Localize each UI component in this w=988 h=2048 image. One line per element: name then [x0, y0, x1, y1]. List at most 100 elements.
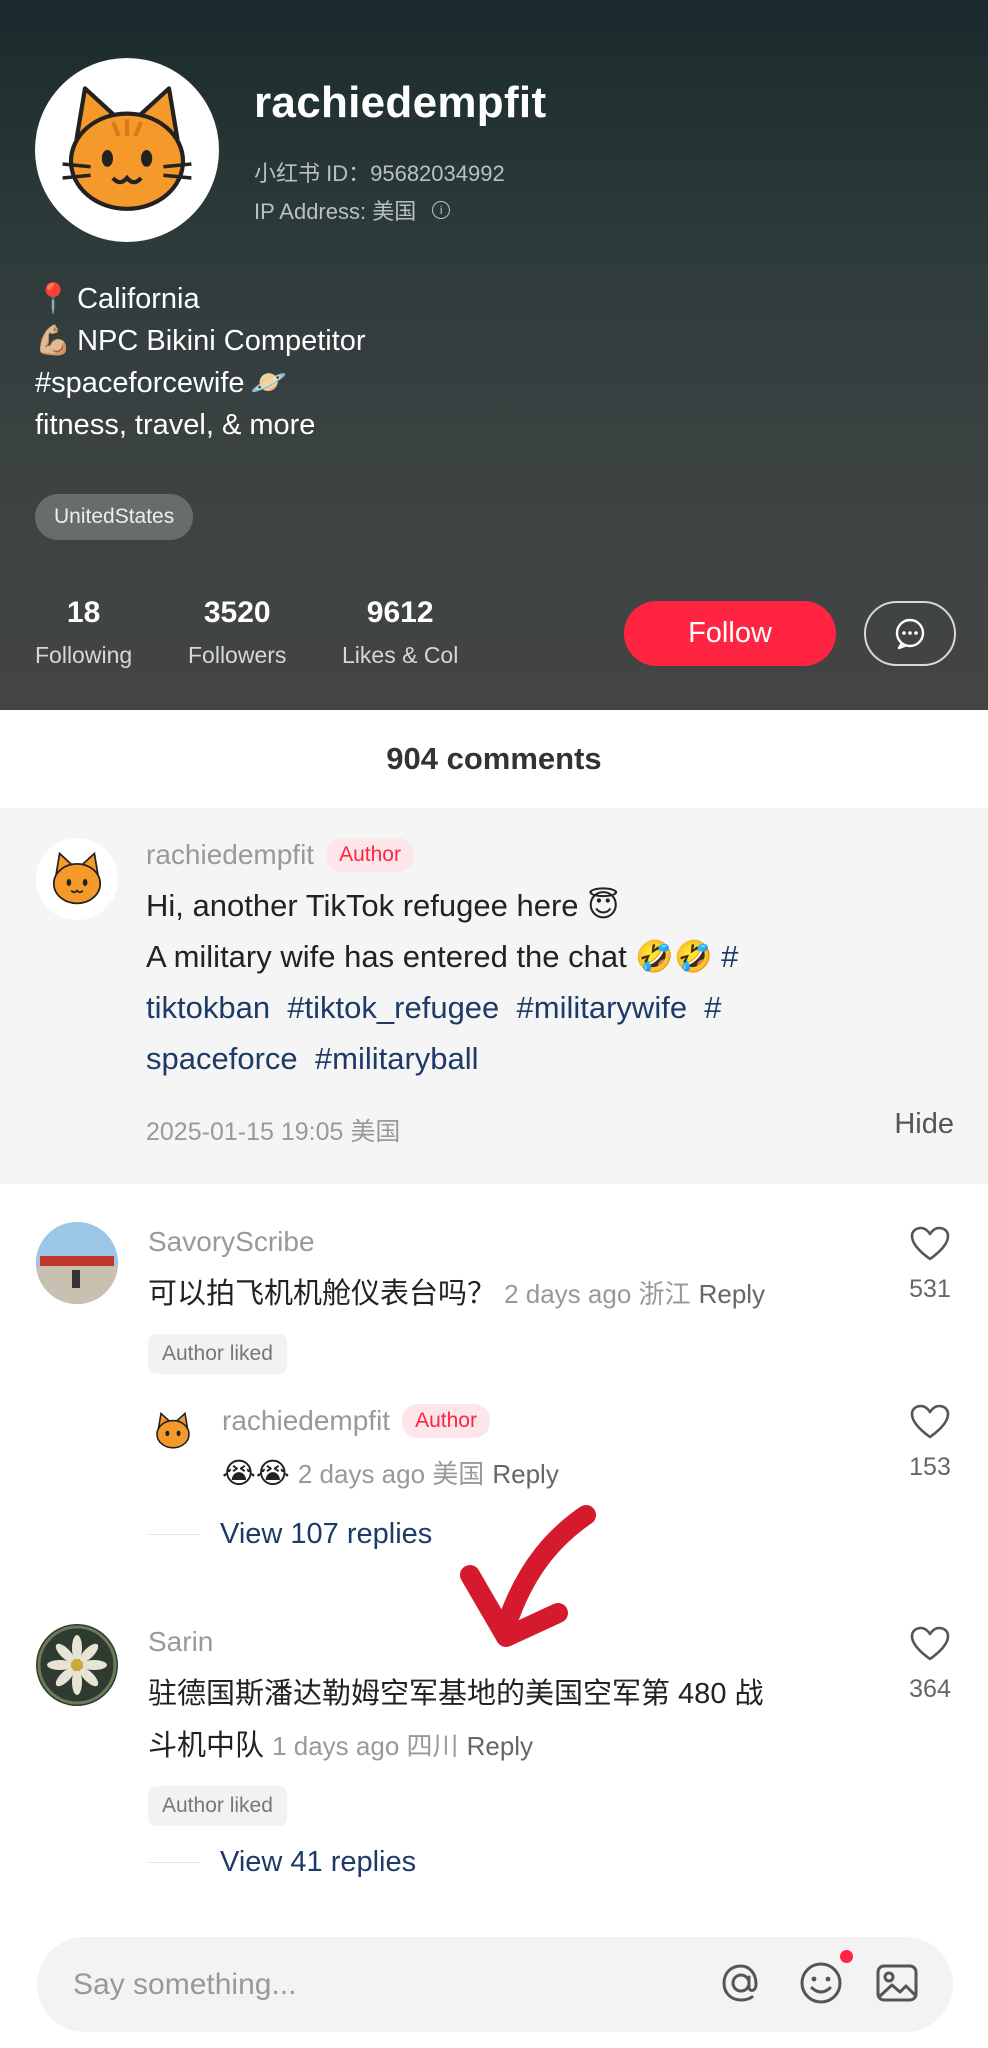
bio-line-hashtag: #spaceforcewife 🪐	[35, 362, 366, 404]
hashtag-link[interactable]: #militarywife	[517, 990, 688, 1025]
info-icon[interactable]: i	[432, 201, 451, 219]
view-replies-text: View 41 replies	[220, 1846, 417, 1878]
image-icon[interactable]	[872, 1958, 922, 2008]
cat-avatar-icon	[52, 851, 102, 905]
comment-input-placeholder: Say something...	[73, 1967, 297, 2001]
pinned-comment-text: Hi, another TikTok refugee here 😇 A mili…	[146, 880, 956, 1084]
hashtag-link[interactable]: tiktokban	[146, 990, 270, 1025]
like-button[interactable]: 153	[895, 1404, 965, 1482]
heart-icon	[910, 1626, 950, 1661]
bio-text: NPC Bikini Competitor	[77, 325, 366, 357]
like-count: 531	[909, 1275, 951, 1303]
notification-dot	[840, 1950, 853, 1963]
red-arrow-annotation	[460, 1505, 596, 1647]
hashtag-link[interactable]: #militaryball	[315, 1041, 479, 1076]
author-badge: Author	[402, 1404, 490, 1438]
like-count: 153	[909, 1453, 951, 1481]
reply-button[interactable]: Reply	[492, 1459, 558, 1489]
stat-label: Following	[35, 642, 133, 668]
comment-line: A military wife has entered the chat 🤣🤣 …	[146, 931, 956, 982]
stat-number: 3520	[203, 596, 271, 629]
comment-username[interactable]: rachiedempfit	[222, 1405, 390, 1437]
divider	[148, 1861, 200, 1864]
bio-line-location: 📍 California	[35, 278, 366, 320]
view-replies-link[interactable]: View 107 replies	[148, 1518, 432, 1551]
comment-meta: 1 days ago 四川	[272, 1731, 459, 1761]
like-count: 364	[909, 1675, 951, 1703]
heart-icon	[910, 1404, 950, 1439]
chat-bubble-icon	[895, 618, 925, 649]
profile-username: rachiedempfit	[254, 78, 547, 127]
comment-username[interactable]: rachiedempfit	[146, 839, 314, 871]
heart-icon	[910, 1226, 950, 1261]
pin-icon: 📍	[35, 283, 72, 315]
bio-text: California	[77, 283, 200, 315]
comment-content: 驻德国斯潘达勒姆空军基地的美国空军第 480 战	[148, 1678, 764, 1710]
comment-username[interactable]: SavoryScribe	[148, 1226, 315, 1258]
comment-line: spaceforce #militaryball	[146, 1033, 956, 1084]
reply-text: 😭😭 2 days ago 美国 Reply	[222, 1448, 559, 1500]
comment-text: 可以拍飞机机舱仪表台吗？ 2 days ago 浙江 Reply	[148, 1268, 765, 1320]
comment-text: 驻德国斯潘达勒姆空军基地的美国空军第 480 战 斗机中队 1 days ago…	[148, 1668, 868, 1772]
stat-number: 18	[66, 596, 101, 629]
mention-icon[interactable]	[716, 1958, 766, 2008]
profile-ip: IP Address: 美国 i	[254, 194, 451, 226]
hashtag-link[interactable]: #tiktok_refugee	[287, 990, 499, 1025]
message-button[interactable]	[864, 601, 956, 666]
avatar[interactable]	[36, 838, 118, 920]
comment-author-row: SavoryScribe	[148, 1226, 315, 1258]
flexed-bicep-icon: 💪🏼	[35, 325, 72, 357]
photo-avatar-icon	[36, 1222, 118, 1304]
comment-author-row: rachiedempfit Author	[146, 838, 414, 872]
hashtag-link[interactable]: #	[721, 939, 738, 974]
bio-text: fitness, travel, & more	[35, 409, 316, 441]
planet-icon: 🪐	[250, 367, 287, 399]
comment-meta: 2 days ago 美国	[297, 1459, 485, 1489]
profile-bio: 📍 California 💪🏼 NPC Bikini Competitor #s…	[35, 278, 366, 446]
stat-number: 9612	[366, 596, 434, 629]
avatar[interactable]	[146, 1404, 200, 1458]
avatar[interactable]	[36, 1624, 118, 1706]
reply-button[interactable]: Reply	[699, 1279, 765, 1309]
hashtag-link[interactable]: #	[704, 990, 721, 1025]
hashtag-link[interactable]: spaceforce	[146, 1041, 298, 1076]
follow-button[interactable]: Follow	[624, 601, 836, 666]
crying-face-icon: 😭😭	[222, 1458, 290, 1490]
stat-followers[interactable]: 3520 Followers	[188, 596, 286, 669]
avatar[interactable]	[36, 1222, 118, 1304]
comment-username[interactable]: Sarin	[148, 1626, 213, 1658]
bio-line-interests: fitness, travel, & more	[35, 404, 366, 446]
profile-avatar[interactable]	[35, 58, 219, 242]
comment-author-row: Sarin	[148, 1626, 213, 1658]
edelweiss-badge-icon	[37, 1625, 117, 1705]
cat-avatar-icon	[62, 86, 192, 211]
reply-button[interactable]: Reply	[467, 1731, 533, 1761]
stat-label: Likes & Col	[342, 642, 459, 668]
stat-following[interactable]: 18 Following	[35, 596, 132, 669]
location-tag[interactable]: UnitedStates	[35, 494, 194, 540]
hide-button[interactable]: Hide	[894, 1108, 954, 1141]
like-button[interactable]: 364	[895, 1626, 965, 1704]
author-liked-badge: Author liked	[148, 1786, 287, 1826]
comment-line: Hi, another TikTok refugee here 😇	[146, 888, 620, 923]
view-replies-text: View 107 replies	[220, 1518, 433, 1550]
stat-likes[interactable]: 9612 Likes & Col	[342, 596, 458, 669]
bio-line-competitor: 💪🏼 NPC Bikini Competitor	[35, 320, 366, 362]
author-liked-badge: Author liked	[148, 1334, 287, 1374]
stat-label: Followers	[188, 642, 287, 668]
comment-author-row: rachiedempfit Author	[222, 1404, 490, 1438]
author-badge: Author	[326, 838, 414, 872]
divider	[148, 1533, 200, 1536]
emoji-icon[interactable]	[796, 1958, 846, 2008]
profile-header: rachiedempfit 小红书 ID：95682034992 IP Addr…	[0, 0, 988, 710]
comment-meta: 2 days ago 浙江	[504, 1279, 691, 1309]
profile-id: 小红书 ID：95682034992	[254, 161, 505, 186]
comment-content: 可以拍飞机机舱仪表台吗？	[148, 1278, 497, 1310]
comments-count-title: 904 comments	[0, 710, 988, 808]
bio-text: #spaceforcewife	[35, 367, 245, 399]
view-replies-link[interactable]: View 41 replies	[148, 1846, 416, 1879]
ip-address-text: IP Address: 美国	[254, 199, 417, 224]
comment-timestamp: 2025-01-15 19:05 美国	[146, 1118, 401, 1146]
comment-line: 斗机中队 1 days ago 四川 Reply	[148, 1720, 868, 1772]
like-button[interactable]: 531	[895, 1226, 965, 1304]
